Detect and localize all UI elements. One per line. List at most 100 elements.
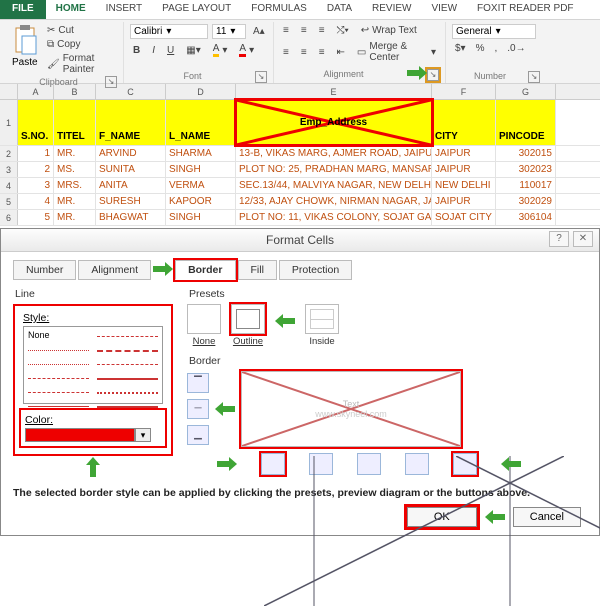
row-head[interactable]: 1 bbox=[0, 100, 18, 145]
cell[interactable]: SURESH bbox=[96, 194, 166, 209]
merge-center-button[interactable]: ▭Merge & Center▾ bbox=[354, 40, 439, 64]
tab-data[interactable]: DATA bbox=[317, 0, 362, 19]
align-top-button[interactable]: ≡ bbox=[280, 24, 292, 37]
line-style-list[interactable]: None bbox=[23, 326, 163, 404]
cell[interactable]: ANITA bbox=[96, 178, 166, 193]
cell[interactable]: 2 bbox=[18, 162, 54, 177]
border-vcenter-button[interactable] bbox=[357, 453, 381, 475]
tab-review[interactable]: REVIEW bbox=[362, 0, 421, 19]
row-head[interactable]: 4 bbox=[0, 178, 18, 193]
cell[interactable]: JAIPUR bbox=[432, 162, 496, 177]
align-center-button[interactable]: ≡ bbox=[298, 40, 310, 64]
font-color-button[interactable]: A▾ bbox=[236, 42, 257, 58]
format-painter-button[interactable]: 🖌Format Painter bbox=[44, 52, 117, 76]
cell[interactable]: KAPOOR bbox=[166, 194, 236, 209]
cell[interactable]: SINGH bbox=[166, 162, 236, 177]
cell[interactable]: 302023 bbox=[496, 162, 556, 177]
cell[interactable]: BHAGWAT bbox=[96, 210, 166, 225]
tab-page-layout[interactable]: PAGE LAYOUT bbox=[152, 0, 241, 19]
cut-button[interactable]: ✂Cut bbox=[44, 24, 117, 37]
tab-foxit[interactable]: FOXIT READER PDF bbox=[467, 0, 584, 19]
decrease-indent-button[interactable]: ⇤ bbox=[334, 40, 348, 64]
borders-button[interactable]: ▦▾ bbox=[183, 44, 203, 57]
col-head[interactable]: F bbox=[432, 84, 496, 99]
select-all-corner[interactable] bbox=[0, 84, 18, 99]
accounting-button[interactable]: $▾ bbox=[452, 42, 469, 55]
italic-button[interactable]: I bbox=[149, 44, 158, 57]
font-launcher[interactable]: ↘ bbox=[255, 71, 267, 83]
cell[interactable]: PLOT NO: 11, VIKAS COLONY, SOJAT GAT, SO… bbox=[236, 210, 432, 225]
header-cell[interactable]: S.NO. bbox=[18, 100, 54, 145]
cell[interactable]: SOJAT CITY bbox=[432, 210, 496, 225]
dialog-help-button[interactable]: ? bbox=[549, 231, 569, 247]
align-left-button[interactable]: ≡ bbox=[280, 40, 292, 64]
align-middle-button[interactable]: ≡ bbox=[298, 24, 310, 37]
copy-button[interactable]: ⧉Copy bbox=[44, 38, 117, 51]
color-dropdown[interactable]: ▾ bbox=[135, 428, 151, 442]
cell[interactable]: 5 bbox=[18, 210, 54, 225]
border-bottom-button[interactable]: ▁ bbox=[187, 425, 209, 445]
cell[interactable]: MR. bbox=[54, 194, 96, 209]
font-name-select[interactable]: Calibri▾ bbox=[130, 24, 208, 39]
dlg-tab-alignment[interactable]: Alignment bbox=[78, 260, 151, 280]
comma-button[interactable]: , bbox=[492, 42, 501, 55]
cell[interactable]: 302015 bbox=[496, 146, 556, 161]
cell[interactable]: NEW DELHI bbox=[432, 178, 496, 193]
dlg-tab-fill[interactable]: Fill bbox=[238, 260, 277, 280]
dialog-close-button[interactable]: ✕ bbox=[573, 231, 593, 247]
dlg-tab-protection[interactable]: Protection bbox=[279, 260, 352, 280]
col-head[interactable]: G bbox=[496, 84, 556, 99]
col-head[interactable]: C bbox=[96, 84, 166, 99]
header-cell[interactable]: CITY bbox=[432, 100, 496, 145]
cell[interactable]: JAIPUR bbox=[432, 194, 496, 209]
tab-insert[interactable]: INSERT bbox=[96, 0, 153, 19]
header-cell-emp-address[interactable]: Emp_Address bbox=[236, 100, 432, 145]
cell[interactable]: MS. bbox=[54, 162, 96, 177]
border-top-button[interactable]: ▔ bbox=[187, 373, 209, 393]
number-format-select[interactable]: General▾ bbox=[452, 24, 536, 39]
wrap-text-button[interactable]: ↩Wrap Text bbox=[358, 24, 420, 37]
cell[interactable]: ARVIND bbox=[96, 146, 166, 161]
cell[interactable]: 12/33, AJAY CHOWK, NIRMAN NAGAR, JAIPUR bbox=[236, 194, 432, 209]
cell[interactable]: MR. bbox=[54, 146, 96, 161]
paste-button[interactable]: Paste bbox=[12, 24, 40, 68]
align-right-button[interactable]: ≡ bbox=[316, 40, 328, 64]
color-swatch[interactable] bbox=[25, 428, 135, 442]
underline-button[interactable]: U bbox=[164, 44, 177, 57]
tab-formulas[interactable]: FORMULAS bbox=[241, 0, 317, 19]
cell[interactable]: 1 bbox=[18, 146, 54, 161]
cell[interactable]: 4 bbox=[18, 194, 54, 209]
border-right-button[interactable] bbox=[405, 453, 429, 475]
increase-decimal-button[interactable]: .0→ bbox=[504, 42, 528, 55]
align-bottom-button[interactable]: ≡ bbox=[316, 24, 328, 37]
header-cell[interactable]: F_NAME bbox=[96, 100, 166, 145]
col-head[interactable]: E bbox=[236, 84, 432, 99]
row-head[interactable]: 6 bbox=[0, 210, 18, 225]
header-cell[interactable]: PINCODE bbox=[496, 100, 556, 145]
preset-none[interactable]: None bbox=[187, 304, 221, 347]
cell[interactable]: PLOT NO: 25, PRADHAN MARG, MANSAROVAR bbox=[236, 162, 432, 177]
cell[interactable]: MRS. bbox=[54, 178, 96, 193]
dlg-tab-border[interactable]: Border bbox=[175, 260, 235, 280]
row-head[interactable]: 2 bbox=[0, 146, 18, 161]
col-head[interactable]: A bbox=[18, 84, 54, 99]
border-left-button[interactable] bbox=[309, 453, 333, 475]
cell[interactable]: SUNITA bbox=[96, 162, 166, 177]
font-size-select[interactable]: 11▾ bbox=[212, 24, 246, 39]
orientation-button[interactable]: ⤭▾ bbox=[334, 24, 352, 37]
fill-color-button[interactable]: A▾ bbox=[210, 42, 231, 58]
number-launcher[interactable]: ↘ bbox=[528, 71, 540, 83]
row-head[interactable]: 3 bbox=[0, 162, 18, 177]
preset-inside[interactable]: Inside bbox=[305, 304, 339, 347]
col-head[interactable]: B bbox=[54, 84, 96, 99]
dlg-tab-number[interactable]: Number bbox=[13, 260, 76, 280]
file-tab[interactable]: FILE bbox=[0, 0, 46, 19]
col-head[interactable]: D bbox=[166, 84, 236, 99]
tab-view[interactable]: VIEW bbox=[421, 0, 467, 19]
cell[interactable]: SEC.13/44, MALVIYA NAGAR, NEW DELHI bbox=[236, 178, 432, 193]
header-cell[interactable]: TITEL bbox=[54, 100, 96, 145]
cell[interactable]: 13-B, VIKAS MARG, AJMER ROAD, JAIPUR bbox=[236, 146, 432, 161]
border-diag-down-button[interactable] bbox=[453, 453, 477, 475]
cell[interactable]: 3 bbox=[18, 178, 54, 193]
cell[interactable]: VERMA bbox=[166, 178, 236, 193]
